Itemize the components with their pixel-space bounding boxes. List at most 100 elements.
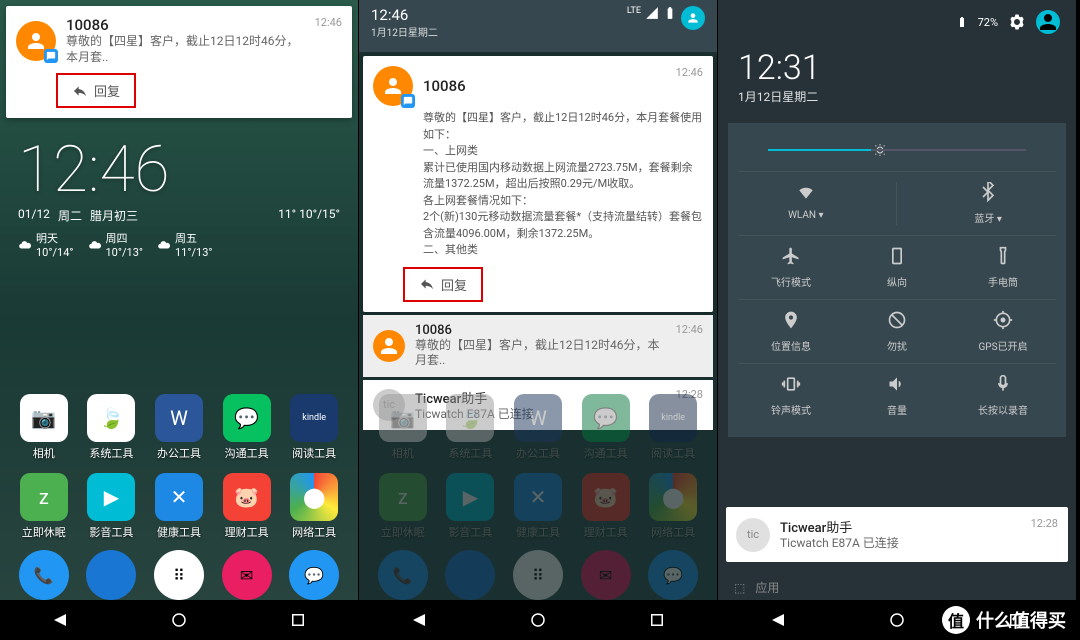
tile-airplane[interactable]: 飞行模式 <box>746 246 836 289</box>
qs-clock: 12:31 1月12日星期二 <box>718 44 1076 109</box>
screen-home: 10086 尊敬的【四星】客户，截止12日12时46分，本月套.. 12:46 … <box>0 0 359 640</box>
sms-badge-icon <box>401 94 415 108</box>
notif-sender: Ticwear助手 <box>780 517 1021 536</box>
app-reading[interactable]: kindle阅读工具 <box>285 394 343 461</box>
status-date: 1月12日星期二 <box>371 24 438 39</box>
notif-sender: 10086 <box>415 323 666 338</box>
dock-dimmed: 📞 👤 ⠿ ✉ 💬 <box>359 550 717 600</box>
contact-avatar <box>373 330 405 362</box>
app-sleep[interactable]: z立即休眠 <box>15 473 73 540</box>
dock-mail[interactable]: ✉ <box>222 550 272 600</box>
cloud-icon <box>88 238 102 252</box>
tile-volume[interactable]: 音量 <box>852 374 942 417</box>
tile-mic[interactable]: 长按以录音 <box>958 374 1048 417</box>
app-finance[interactable]: 🐷理财工具 <box>218 473 276 540</box>
cloud-icon <box>18 238 32 252</box>
notif-time: 12:28 <box>1031 517 1058 530</box>
home-icon[interactable] <box>170 611 188 629</box>
dock-phone[interactable]: 📞 <box>19 550 69 600</box>
wifi-icon <box>796 182 816 202</box>
ticwear-avatar: tic <box>736 518 770 552</box>
signal-icon <box>645 6 659 20</box>
collapsed-notification[interactable]: 10086 尊敬的【四星】客户，截止12日12时46分，本月套.. 12:46 <box>363 315 713 377</box>
dock: 📞 👤 ⠿ ✉ 💬 <box>0 550 358 600</box>
battery-percent: 72% <box>978 16 998 29</box>
tile-rotation[interactable]: 纵向 <box>852 246 942 289</box>
location-icon <box>781 310 801 330</box>
cloud-icon <box>157 238 171 252</box>
battery-icon <box>663 6 677 20</box>
quick-settings-panel: WLAN ▾ 蓝牙 ▾ 飞行模式 纵向 手电筒 位置信息 勿扰 GPS已开启 铃… <box>728 123 1066 437</box>
forecast-row: 明天10°/14° 周四10°/13° 周五11°/13° <box>0 224 358 265</box>
notif-sender: 10086 <box>423 77 466 95</box>
portrait-icon <box>887 246 907 266</box>
app-grid: 📷相机 🍃系统工具 W办公工具 💬沟通工具 kindle阅读工具 z立即休眠 ▶… <box>0 394 358 552</box>
dock-drawer[interactable]: ⠿ <box>154 550 204 600</box>
watermark: 值什么值得买 <box>942 606 1066 634</box>
app-media[interactable]: ▶影音工具 <box>82 473 140 540</box>
notif-preview: 尊敬的【四星】客户，截止12日12时46分，本月套.. <box>415 338 666 369</box>
reply-label: 回复 <box>94 81 120 100</box>
back-icon[interactable] <box>769 611 787 629</box>
app-system[interactable]: 🍃系统工具 <box>82 394 140 461</box>
tile-bluetooth[interactable]: 蓝牙 ▾ <box>943 182 1033 225</box>
tile-ringer[interactable]: 铃声模式 <box>746 374 836 417</box>
notif-time: 12:46 <box>315 16 342 29</box>
notification-card[interactable]: tic Ticwear助手 Ticwatch E87A 已连接 12:28 <box>726 507 1068 562</box>
notif-time: 12:46 <box>676 66 703 79</box>
app-chat[interactable]: 💬沟通工具 <box>218 394 276 461</box>
tile-flashlight[interactable]: 手电筒 <box>958 246 1048 289</box>
reply-label: 回复 <box>441 275 467 294</box>
app-network[interactable]: ⬤网络工具 <box>285 473 343 540</box>
dnd-icon <box>887 310 907 330</box>
notif-preview: 尊敬的【四星】客户，截止12日12时46分，本月套.. <box>66 34 305 65</box>
notification-card[interactable]: 10086 尊敬的【四星】客户，截止12日12时46分，本月套.. 12:46 … <box>6 6 352 118</box>
app-camera[interactable]: 📷相机 <box>15 394 73 461</box>
expanded-notification[interactable]: 10086 12:46 尊敬的【四星】客户，截止12日12时46分，本月套餐使用… <box>363 56 713 312</box>
notif-sender: 10086 <box>66 16 305 34</box>
reply-button[interactable]: 回复 <box>403 267 483 302</box>
settings-icon[interactable] <box>1008 13 1026 31</box>
navbar <box>359 600 717 640</box>
tile-location[interactable]: 位置信息 <box>746 310 836 353</box>
screen-notifications: 12:46 1月12日星期二 LTE 10086 12:46 尊敬的【四星】客户… <box>359 0 718 640</box>
recents-icon[interactable] <box>289 611 307 629</box>
sms-badge-icon <box>44 49 58 63</box>
app-health[interactable]: ✕健康工具 <box>150 473 208 540</box>
screen-quicksettings: 72% 12:31 1月12日星期二 WLAN ▾ 蓝牙 ▾ 飞行模式 纵向 手… <box>718 0 1077 640</box>
app-office[interactable]: W办公工具 <box>150 394 208 461</box>
dock-messages[interactable]: 💬 <box>289 550 339 600</box>
tile-wlan[interactable]: WLAN ▾ <box>761 182 851 225</box>
date-widget: 01/12周二腊月初三 11° 10°/15° <box>0 207 358 224</box>
volume-icon <box>887 374 907 394</box>
back-icon[interactable] <box>410 611 428 629</box>
tile-gps[interactable]: GPS已开启 <box>958 310 1048 353</box>
notif-preview: Ticwatch E87A 已连接 <box>780 536 1021 552</box>
bluetooth-icon <box>978 182 998 202</box>
settings-item-apps[interactable]: ⬚应用 <box>734 579 779 596</box>
clock-widget[interactable]: 12:46 <box>0 124 358 207</box>
lte-icon: LTE <box>627 6 641 16</box>
airplane-icon <box>781 246 801 266</box>
brightness-slider[interactable] <box>768 149 1026 151</box>
contact-avatar <box>16 21 56 61</box>
profile-icon[interactable] <box>1036 10 1060 34</box>
back-icon[interactable] <box>51 611 69 629</box>
status-bar: 72% <box>718 0 1076 44</box>
navbar <box>0 600 358 640</box>
notif-body: 尊敬的【四星】客户，截止12日12时46分，本月套餐使用如下： 一、上网类 累计… <box>373 110 703 259</box>
status-time: 12:46 <box>371 6 438 24</box>
app-grid-dimmed: 📷相机 🍃系统工具 W办公工具 💬沟通工具 kindle阅读工具 z立即休眠 ▶… <box>359 394 717 552</box>
flashlight-icon <box>993 246 1013 266</box>
tile-dnd[interactable]: 勿扰 <box>852 310 942 353</box>
notif-time: 12:46 <box>676 323 703 336</box>
home-icon[interactable] <box>529 611 547 629</box>
status-bar[interactable]: 12:46 1月12日星期二 LTE <box>359 0 717 52</box>
dock-contacts[interactable]: 👤 <box>86 550 136 600</box>
profile-icon[interactable] <box>681 6 705 30</box>
home-icon[interactable] <box>888 611 906 629</box>
recents-icon[interactable] <box>648 611 666 629</box>
vibrate-icon <box>781 374 801 394</box>
reply-icon <box>72 83 88 99</box>
reply-button[interactable]: 回复 <box>56 73 136 108</box>
